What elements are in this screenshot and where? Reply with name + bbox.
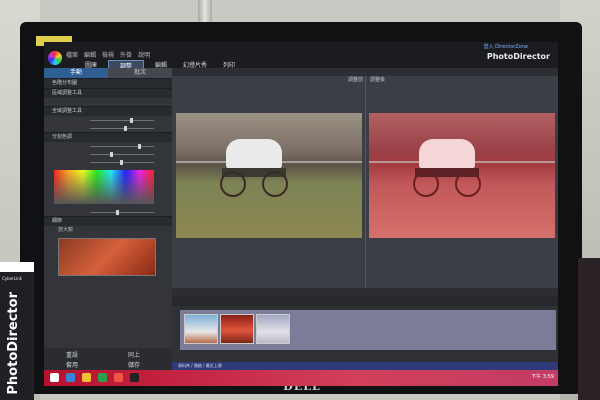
signin-link[interactable]: 登入 DirectorZone [484,43,528,50]
section-histogram[interactable]: 色階分布圖 [44,78,172,88]
tab-manual[interactable]: 手動 [44,68,108,78]
previous-button[interactable]: 同上 [128,350,140,359]
slider-handle[interactable] [110,152,113,157]
reset-button[interactable]: 重設 [66,350,78,359]
status-bar: 資料夾 / 開啟 / 最近上傳 [172,362,558,370]
menu-help[interactable]: 說明 [138,50,150,59]
title-bar: 檔案 編輯 檢視 外掛 說明 圖庫 調整 編輯 幻燈片秀 列印 登入 Direc… [44,42,558,71]
ie-icon[interactable] [66,373,75,382]
before-after-viewer: 調整前 調整後 [172,68,558,296]
wagon-wheel [455,171,481,197]
windows-taskbar: 下午 3:59 [44,370,558,386]
thumbnail[interactable] [184,314,218,344]
slider-handle[interactable] [138,144,141,149]
app-name: PhotoDirector [486,52,550,61]
box-title: PhotoDirector [6,292,21,395]
slider-row[interactable] [44,116,172,124]
viewer-controls [172,288,558,296]
clock: 下午 3:59 [531,374,554,380]
tab-batch[interactable]: 批次 [108,68,172,78]
wagon-cover [419,139,475,169]
menu-file[interactable]: 檔案 [66,50,78,59]
slider-row[interactable] [44,142,172,150]
explorer-icon[interactable] [82,373,91,382]
slider-handle[interactable] [116,210,119,215]
slider-track[interactable] [90,144,154,149]
tool-icons-row [44,98,172,106]
product-box-right [578,258,600,400]
wagon-wheel [413,171,439,197]
wagon-wheel [262,171,288,197]
adjust-sidebar: 手動 批次 色階分布圖 區域調整工具 全域調整工具 分割色調 細節 放大鏡 重設… [44,68,172,370]
filmstrip-thumbnails [180,310,556,350]
wagon-wheel [220,171,246,197]
apply-button[interactable]: 套用 [66,360,78,369]
menu-edit[interactable]: 編輯 [84,50,96,59]
slider-track[interactable] [90,160,154,165]
after-label: 調整後 [370,77,386,83]
photo-before [176,113,362,238]
slider-track[interactable] [90,210,154,215]
slider-handle[interactable] [120,160,123,165]
slider-handle[interactable] [130,118,133,123]
section-regional-tools[interactable]: 區域調整工具 [44,88,172,98]
slider-track[interactable] [90,118,154,123]
box-top-strip [0,262,34,272]
thumbnail[interactable] [256,314,290,344]
slider-row[interactable] [44,124,172,132]
menu-plugins[interactable]: 外掛 [120,50,132,59]
menu-view[interactable]: 檢視 [102,50,114,59]
app-logo-icon [48,51,62,65]
thumbnail[interactable] [220,314,254,344]
slider-row[interactable] [44,150,172,158]
product-box-left: CyberLink PhotoDirector [0,262,34,400]
before-label: 調整前 [348,77,364,83]
slider-track[interactable] [90,152,154,157]
photo-after [369,113,555,238]
section-detail[interactable]: 細節 [44,216,172,226]
screen: 檔案 編輯 檢視 外掛 說明 圖庫 調整 編輯 幻燈片秀 列印 登入 Direc… [44,42,558,386]
save-button[interactable]: 儲存 [128,360,140,369]
filmstrip: 資料夾 / 開啟 / 最近上傳 [172,296,558,370]
section-global-tools[interactable]: 全域調整工具 [44,106,172,116]
menu-bar: 檔案 編輯 檢視 外掛 說明 [66,50,150,59]
slider-track[interactable] [90,126,154,131]
box-brand: CyberLink [2,276,22,281]
start-icon[interactable] [50,373,59,382]
viewer-toolbar [172,68,558,76]
loupe-preview [58,238,156,276]
section-split-toning[interactable]: 分割色調 [44,132,172,142]
color-picker[interactable] [54,170,154,204]
sidebar-tabs: 手動 批次 [44,68,172,78]
slider-handle[interactable] [124,126,127,131]
store-icon[interactable] [98,373,107,382]
wagon-cover [226,139,282,169]
filmstrip-toolbar [172,296,558,306]
viewer-divider [365,76,366,288]
loupe-label: 放大鏡 [58,227,74,233]
photodirector-taskbar-icon[interactable] [130,373,139,382]
slider-row[interactable] [44,208,172,216]
sidebar-footer: 重設 同上 套用 儲存 [44,348,172,370]
app-icon[interactable] [114,373,123,382]
slider-row[interactable] [44,158,172,166]
